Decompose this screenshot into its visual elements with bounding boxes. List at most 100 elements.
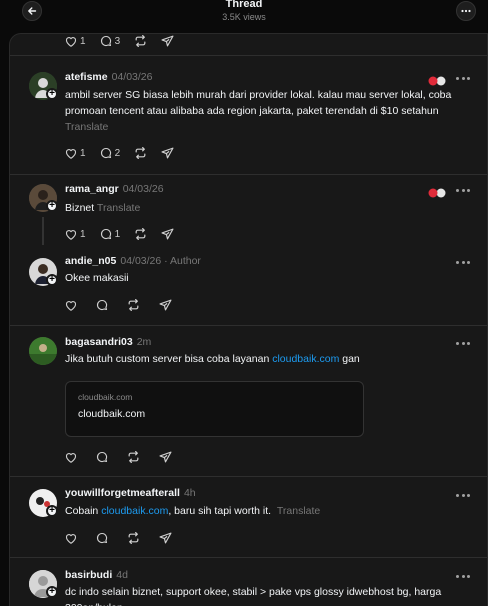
- repost-button[interactable]: [127, 451, 140, 463]
- more-horizontal-icon: [461, 9, 471, 13]
- thread-feed: 1 3 + atefisme 04/03/26 ambil server SG b…: [9, 33, 488, 606]
- like-button[interactable]: [65, 300, 77, 311]
- send-icon: [159, 451, 172, 463]
- reply-count: 2: [114, 147, 121, 159]
- action-bar: [65, 450, 186, 464]
- post-options-button[interactable]: [456, 492, 470, 498]
- heart-icon: [65, 229, 77, 240]
- repost-icon: [135, 147, 146, 159]
- repost-icon: [128, 299, 139, 311]
- post-meta: youwillforgetmeafterall 4h: [65, 487, 196, 500]
- post-meta: atefisme 04/03/26: [65, 71, 152, 84]
- post-date: 2m: [136, 336, 152, 348]
- author-tag: · Author: [164, 255, 201, 267]
- like-button[interactable]: 1: [65, 229, 86, 240]
- post-divider: [10, 476, 487, 477]
- comment-icon: [96, 532, 108, 544]
- post-options-button[interactable]: [456, 259, 470, 265]
- reply-button[interactable]: 1: [100, 228, 121, 240]
- repost-button[interactable]: [134, 147, 147, 159]
- repost-icon: [135, 35, 146, 47]
- username[interactable]: bagasandri03: [65, 336, 133, 348]
- reply-count: 3: [114, 35, 121, 47]
- repost-icon: [128, 532, 139, 544]
- action-bar: 1 1: [65, 227, 188, 241]
- comment-icon: [96, 451, 108, 463]
- like-button[interactable]: 1: [65, 36, 86, 47]
- translate-link[interactable]: Translate: [97, 202, 140, 214]
- post-options-button[interactable]: [456, 187, 470, 193]
- share-button[interactable]: [161, 228, 174, 240]
- username[interactable]: basirbudi: [65, 569, 112, 581]
- repost-button[interactable]: [127, 532, 140, 544]
- heart-icon: [65, 452, 77, 463]
- send-icon: [159, 532, 172, 544]
- post-options-button[interactable]: [456, 75, 470, 81]
- card-title: cloudbaik.com: [78, 408, 146, 420]
- heart-icon: [65, 300, 77, 311]
- follow-plus-icon[interactable]: +: [46, 88, 58, 100]
- share-button[interactable]: [159, 299, 172, 311]
- avatar[interactable]: [29, 337, 57, 365]
- repost-icon: [128, 451, 139, 463]
- like-count: 1: [80, 35, 86, 47]
- share-button[interactable]: [159, 451, 172, 463]
- post-link[interactable]: cloudbaik.com: [101, 505, 168, 517]
- follow-plus-icon[interactable]: +: [46, 200, 58, 212]
- follow-plus-icon[interactable]: +: [46, 505, 58, 517]
- post-divider: [10, 55, 487, 56]
- comment-icon: [100, 147, 111, 159]
- action-bar: [65, 298, 186, 312]
- post-text: Cobain cloudbaik.com, baru sih tapi wort…: [65, 505, 321, 517]
- reply-button[interactable]: [96, 451, 108, 463]
- more-options-button[interactable]: [456, 1, 476, 21]
- post-date: 4d: [116, 569, 128, 581]
- view-count: 3.5K views: [222, 12, 266, 22]
- share-button[interactable]: [159, 532, 172, 544]
- reply-button[interactable]: [96, 299, 108, 311]
- like-button[interactable]: [65, 452, 77, 463]
- card-domain: cloudbaik.com: [78, 392, 133, 402]
- repost-button[interactable]: [134, 35, 147, 47]
- badge-icon: [428, 73, 446, 86]
- translate-link[interactable]: Translate: [277, 505, 320, 517]
- follow-plus-icon[interactable]: +: [46, 586, 58, 598]
- share-button[interactable]: [161, 147, 174, 159]
- reply-button[interactable]: 3: [100, 35, 121, 47]
- post-date: 04/03/26: [111, 71, 153, 83]
- post-meta: rama_angr 04/03/26: [65, 183, 164, 196]
- reply-count: 1: [114, 228, 121, 240]
- username[interactable]: rama_angr: [65, 183, 119, 195]
- post-divider: [10, 557, 487, 558]
- reply-button[interactable]: 2: [100, 147, 121, 159]
- reply-button[interactable]: [96, 532, 108, 544]
- repost-icon: [135, 228, 146, 240]
- like-button[interactable]: [65, 533, 77, 544]
- repost-button[interactable]: [134, 228, 147, 240]
- username[interactable]: andie_n05: [65, 255, 116, 267]
- send-icon: [159, 299, 172, 311]
- translate-link[interactable]: Translate: [65, 121, 108, 133]
- repost-button[interactable]: [127, 299, 140, 311]
- like-button[interactable]: 1: [65, 148, 86, 159]
- post-link[interactable]: cloudbaik.com: [272, 353, 339, 365]
- post-options-button[interactable]: [456, 573, 470, 579]
- post-divider: [10, 174, 487, 175]
- heart-icon: [65, 148, 77, 159]
- post-text: Jika butuh custom server bisa coba layan…: [65, 353, 360, 365]
- post-options-button[interactable]: [456, 340, 470, 346]
- comment-icon: [100, 35, 111, 47]
- username[interactable]: youwillforgetmeafterall: [65, 487, 180, 499]
- share-button[interactable]: [161, 35, 174, 47]
- post-date: 4h: [183, 487, 196, 499]
- follow-plus-icon[interactable]: +: [46, 274, 58, 286]
- action-bar: 1 3: [65, 34, 188, 48]
- send-icon: [161, 147, 174, 159]
- thread-header: Thread 3.5K views: [0, 0, 488, 23]
- send-icon: [161, 35, 174, 47]
- link-preview-card[interactable]: cloudbaik.com cloudbaik.com: [65, 381, 364, 437]
- badge-icon: [428, 185, 446, 198]
- post-meta: basirbudi 4d: [65, 569, 128, 582]
- username[interactable]: atefisme: [65, 71, 108, 83]
- comment-icon: [96, 299, 108, 311]
